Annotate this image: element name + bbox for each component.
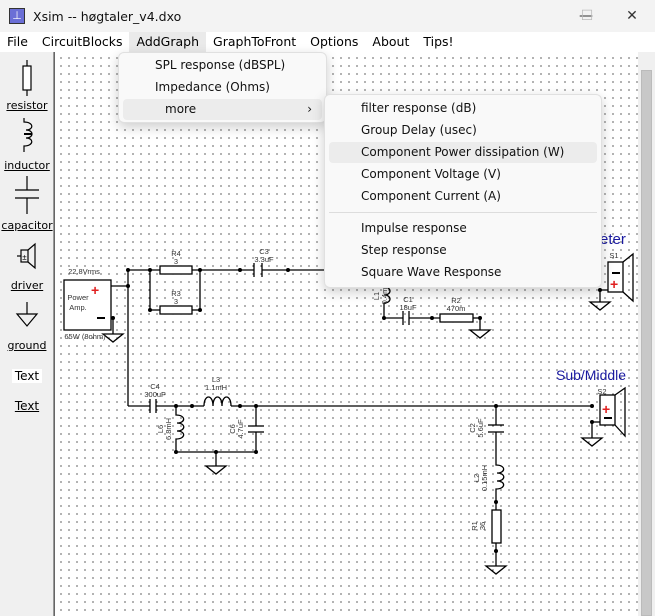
resistor-r4: [159, 265, 193, 275]
menu-file[interactable]: File: [0, 32, 35, 52]
menu-addgraph[interactable]: AddGraph: [129, 32, 207, 52]
resistor-icon: [22, 60, 32, 96]
r2-value: 470m: [447, 304, 466, 313]
svg-text:+: +: [610, 276, 618, 292]
sub-middle-title: Sub/Middle: [556, 367, 626, 383]
s1-label: S1: [609, 251, 618, 260]
resistor-r2: [439, 313, 474, 323]
more-label: more: [165, 102, 197, 116]
chevron-right-icon: ›: [307, 102, 312, 116]
l1-value: 0.4m: [380, 288, 389, 305]
capacitor-icon: [15, 176, 39, 214]
r1-value: 36: [478, 522, 487, 530]
menu-item-component-current[interactable]: Component Current (A): [329, 186, 597, 207]
tool-driver[interactable]: driver: [0, 279, 54, 292]
ground-icon: [15, 302, 39, 327]
menu-options[interactable]: Options: [303, 32, 365, 52]
menu-bar: File CircuitBlocks AddGraph GraphToFront…: [0, 32, 655, 52]
menu-separator: [329, 212, 597, 213]
amp-power: 65W (8ohm): [64, 332, 106, 341]
inductor-icon: [23, 118, 33, 152]
tool-inductor[interactable]: inductor: [0, 159, 54, 172]
inductor-l6: [175, 406, 185, 452]
toolbar-icons: ±: [15, 60, 39, 327]
menu-item-power-dissipation[interactable]: Component Power dissipation (W): [329, 142, 597, 163]
l6-value: 6.8mH: [164, 418, 173, 440]
scrollbar-thumb[interactable]: [641, 70, 652, 616]
app-icon: ⊥: [9, 8, 25, 24]
component-toolbar: ± resistor inductor capacitor driver gro…: [0, 52, 54, 616]
tool-ground[interactable]: ground: [0, 339, 54, 352]
menu-tips[interactable]: Tips!: [416, 32, 460, 52]
tweeter-title: eter: [600, 231, 626, 248]
c2-value: 5.6uF: [476, 418, 485, 438]
more-submenu: filter response (dB) Group Delay (usec) …: [324, 94, 602, 288]
svg-text:+: +: [91, 282, 99, 298]
title-bar: ⊥ Xsim -- høgtaler_v4.dxo — ☐ ✕: [0, 0, 655, 32]
menu-item-filter-response[interactable]: filter response (dB): [329, 98, 597, 119]
c6-value: 4.7uF: [236, 419, 245, 439]
tool-text-plain[interactable]: Text: [12, 369, 42, 383]
l3-value: 1.1mH: [205, 383, 227, 392]
tool-capacitor[interactable]: capacitor: [0, 219, 54, 232]
r4-value: 3: [174, 257, 178, 266]
s2-label: S2: [597, 387, 606, 396]
amp-voltage: 22.8Vrms: [68, 267, 100, 276]
inductor-l2: [495, 432, 505, 510]
resistor-r1: [491, 509, 502, 544]
r3-value: 3: [174, 297, 178, 306]
menu-item-impedance[interactable]: Impedance (Ohms): [123, 77, 322, 98]
resistor-r3: [159, 305, 193, 315]
tool-resistor[interactable]: resistor: [0, 99, 54, 112]
menu-item-group-delay[interactable]: Group Delay (usec): [329, 120, 597, 141]
menu-item-impulse-response[interactable]: Impulse response: [329, 218, 597, 239]
menu-item-more[interactable]: more ›: [123, 99, 322, 120]
amp-label: Power: [67, 293, 89, 302]
amp-label: Amp.: [69, 303, 87, 312]
window-title: Xsim -- høgtaler_v4.dxo: [33, 8, 182, 24]
svg-text:±: ±: [22, 253, 27, 262]
l2-value: 0.15mH: [480, 465, 489, 491]
menu-about[interactable]: About: [365, 32, 416, 52]
c1-value: 18uF: [399, 303, 417, 312]
c4-value: 300uF: [144, 390, 166, 399]
ground-symbol: [101, 333, 125, 343]
addgraph-dropdown: SPL response (dBSPL) Impedance (Ohms) mo…: [118, 52, 327, 123]
tool-text[interactable]: Text: [0, 399, 54, 413]
menu-item-step-response[interactable]: Step response: [329, 240, 597, 261]
c3-value: 3.3uF: [254, 255, 274, 264]
menu-item-component-voltage[interactable]: Component Voltage (V): [329, 164, 597, 185]
driver-icon: ±: [17, 242, 36, 270]
menu-item-square-wave-response[interactable]: Square Wave Response: [329, 262, 597, 283]
menu-graphtofront[interactable]: GraphToFront: [206, 32, 303, 52]
maximize-button[interactable]: ☐: [564, 0, 610, 32]
menu-item-spl-response[interactable]: SPL response (dBSPL): [123, 55, 322, 76]
close-button[interactable]: ✕: [609, 0, 655, 32]
inductor-l3: [203, 396, 232, 407]
svg-text:+: +: [602, 401, 610, 417]
menu-circuitblocks[interactable]: CircuitBlocks: [35, 32, 130, 52]
